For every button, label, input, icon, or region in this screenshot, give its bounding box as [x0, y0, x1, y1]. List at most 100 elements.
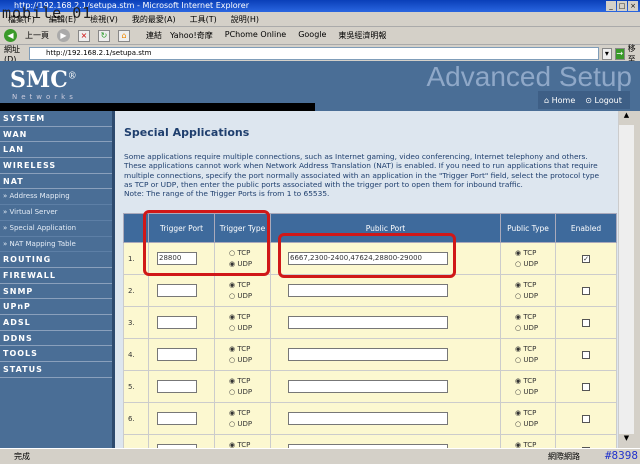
public-port-input[interactable]: [288, 412, 448, 425]
close-button[interactable]: ×: [628, 1, 638, 11]
table-row: 7. ◉ TCP○ UDP ◉ TCP○ UDP: [123, 434, 617, 449]
home-link[interactable]: ⌂ Home: [544, 96, 575, 105]
scrollbar[interactable]: ▲ ▼: [618, 111, 634, 448]
radio-tcp[interactable]: ◉ TCP: [515, 312, 555, 323]
public-port-input[interactable]: [288, 316, 448, 329]
address-input[interactable]: http://192.168.2.1/setupa.stm: [29, 47, 600, 60]
minimize-button[interactable]: _: [606, 1, 616, 11]
radio-tcp[interactable]: ◉ TCP: [515, 408, 555, 419]
row-number: 3.: [123, 306, 149, 339]
sidebar-item[interactable]: » Virtual Server: [0, 205, 112, 221]
logo-subtitle: Networks: [12, 93, 77, 101]
radio-tcp[interactable]: ◉ TCP: [229, 440, 270, 449]
back-icon[interactable]: ◀: [4, 29, 17, 42]
radio-group: ◉ TCP○ UDP: [501, 344, 555, 366]
public-port-input[interactable]: [288, 380, 448, 393]
radio-udp[interactable]: ○ UDP: [515, 387, 555, 398]
menu-item[interactable]: 編輯(E): [49, 12, 76, 26]
note: Note: The range of the Trigger Ports is …: [124, 189, 330, 199]
description: Some applications require multiple conne…: [124, 152, 600, 199]
radio-udp[interactable]: ○ UDP: [515, 291, 555, 302]
enabled-checkbox[interactable]: [582, 382, 590, 391]
sidebar-item[interactable]: ROUTING: [0, 252, 112, 268]
menu-item[interactable]: 檢視(V): [90, 12, 118, 26]
table-row: 2. ◉ TCP ○ UDP ◉ TCP ○ UDP: [123, 274, 617, 307]
radio-udp[interactable]: ○ UDP: [515, 323, 555, 334]
trigger-port-input[interactable]: [157, 380, 197, 393]
radio-tcp[interactable]: ◉ TCP: [515, 248, 555, 259]
trigger-port-input[interactable]: [157, 348, 197, 361]
radio-group: ◉ TCP○ UDP: [215, 376, 270, 398]
menu-item[interactable]: 檔案(F): [8, 12, 35, 26]
enabled-checkbox[interactable]: [582, 318, 590, 327]
public-port-input[interactable]: [288, 284, 448, 297]
refresh-icon[interactable]: ↻: [98, 29, 110, 42]
radio-tcp[interactable]: ◉ TCP: [515, 344, 555, 355]
menu-item[interactable]: 說明(H): [231, 12, 259, 26]
radio-tcp[interactable]: ◉ TCP: [515, 280, 555, 291]
sidebar-item[interactable]: WIRELESS: [0, 158, 112, 174]
sidebar-item[interactable]: STATUS: [0, 362, 112, 378]
radio-tcp[interactable]: ◉ TCP: [229, 408, 270, 419]
radio-tcp[interactable]: ◉ TCP: [229, 312, 270, 323]
sidebar-item[interactable]: ADSL: [0, 315, 112, 331]
home-icon[interactable]: ⌂: [118, 29, 130, 42]
radio-udp[interactable]: ○ UDP: [515, 259, 555, 270]
radio-tcp[interactable]: ◉ TCP: [229, 376, 270, 387]
enabled-checkbox[interactable]: [582, 414, 590, 423]
enabled-checkbox[interactable]: [582, 286, 590, 295]
enabled-checkbox[interactable]: ✓: [582, 254, 590, 263]
sidebar-item[interactable]: TOOLS: [0, 346, 112, 362]
sidebar-item[interactable]: WAN: [0, 127, 112, 143]
column-header: Public Type: [500, 213, 556, 243]
sidebar-item[interactable]: LAN: [0, 142, 112, 159]
content: Special Applications Some applications r…: [115, 111, 618, 448]
status-text: 完成: [14, 452, 30, 461]
enabled-checkbox[interactable]: [582, 350, 590, 359]
menu-item[interactable]: 工具(T): [190, 12, 217, 26]
radio-udp[interactable]: ○ UDP: [229, 387, 270, 398]
page-title: Special Applications: [124, 126, 250, 139]
back-button[interactable]: 上一頁: [25, 30, 49, 41]
radio-udp[interactable]: ○ UDP: [515, 419, 555, 430]
radio-tcp[interactable]: ◉ TCP: [229, 280, 270, 291]
sidebar-item[interactable]: DDNS: [0, 331, 112, 347]
radio-tcp[interactable]: ◉ TCP: [515, 376, 555, 387]
sidebar-item[interactable]: SYSTEM: [0, 111, 112, 127]
radio-udp[interactable]: ○ UDP: [229, 355, 270, 366]
link-item[interactable]: Google: [298, 30, 326, 41]
sidebar: SYSTEM WAN LAN WIRELESS NAT» Address Mapping…: [0, 111, 115, 448]
radio-udp[interactable]: ○ UDP: [229, 291, 270, 302]
sidebar-item[interactable]: » Special Application: [0, 221, 112, 237]
menu-item[interactable]: 我的最愛(A): [132, 12, 176, 26]
radio-tcp[interactable]: ◉ TCP: [515, 440, 555, 449]
sidebar-item[interactable]: » NAT Mapping Table: [0, 237, 112, 253]
radio-tcp[interactable]: ◉ TCP: [229, 344, 270, 355]
trigger-port-input[interactable]: [157, 412, 197, 425]
sidebar-item[interactable]: » Address Mapping: [0, 189, 112, 206]
public-port-input[interactable]: [288, 348, 448, 361]
trigger-port-input[interactable]: [157, 316, 197, 329]
trigger-port-input[interactable]: [157, 284, 197, 297]
stop-icon[interactable]: ×: [78, 29, 90, 42]
dropdown-icon[interactable]: ▾: [602, 47, 612, 60]
radio-udp[interactable]: ○ UDP: [515, 355, 555, 366]
link-item[interactable]: 東吳經濟明報: [338, 30, 386, 41]
black-bar: [0, 103, 315, 111]
radio-group: ◉ TCP○ UDP: [501, 376, 555, 398]
sidebar-item[interactable]: NAT: [0, 174, 112, 190]
sidebar-item[interactable]: SNMP: [0, 284, 112, 300]
sidebar-item[interactable]: UPnP: [0, 299, 112, 315]
row-number: 4.: [123, 338, 149, 371]
forward-icon[interactable]: ▶: [57, 29, 70, 42]
sidebar-item[interactable]: FIREWALL: [0, 268, 112, 284]
logout-link[interactable]: ⊙ Logout: [585, 96, 622, 105]
row-number: 6.: [123, 402, 149, 435]
go-icon[interactable]: →: [614, 47, 625, 60]
column-header: Enabled: [555, 213, 617, 243]
radio-udp[interactable]: ○ UDP: [229, 419, 270, 430]
link-item[interactable]: PChome Online: [225, 30, 286, 41]
maximize-button[interactable]: □: [617, 1, 627, 11]
link-item[interactable]: Yahoo!奇摩: [170, 30, 213, 41]
radio-udp[interactable]: ○ UDP: [229, 323, 270, 334]
